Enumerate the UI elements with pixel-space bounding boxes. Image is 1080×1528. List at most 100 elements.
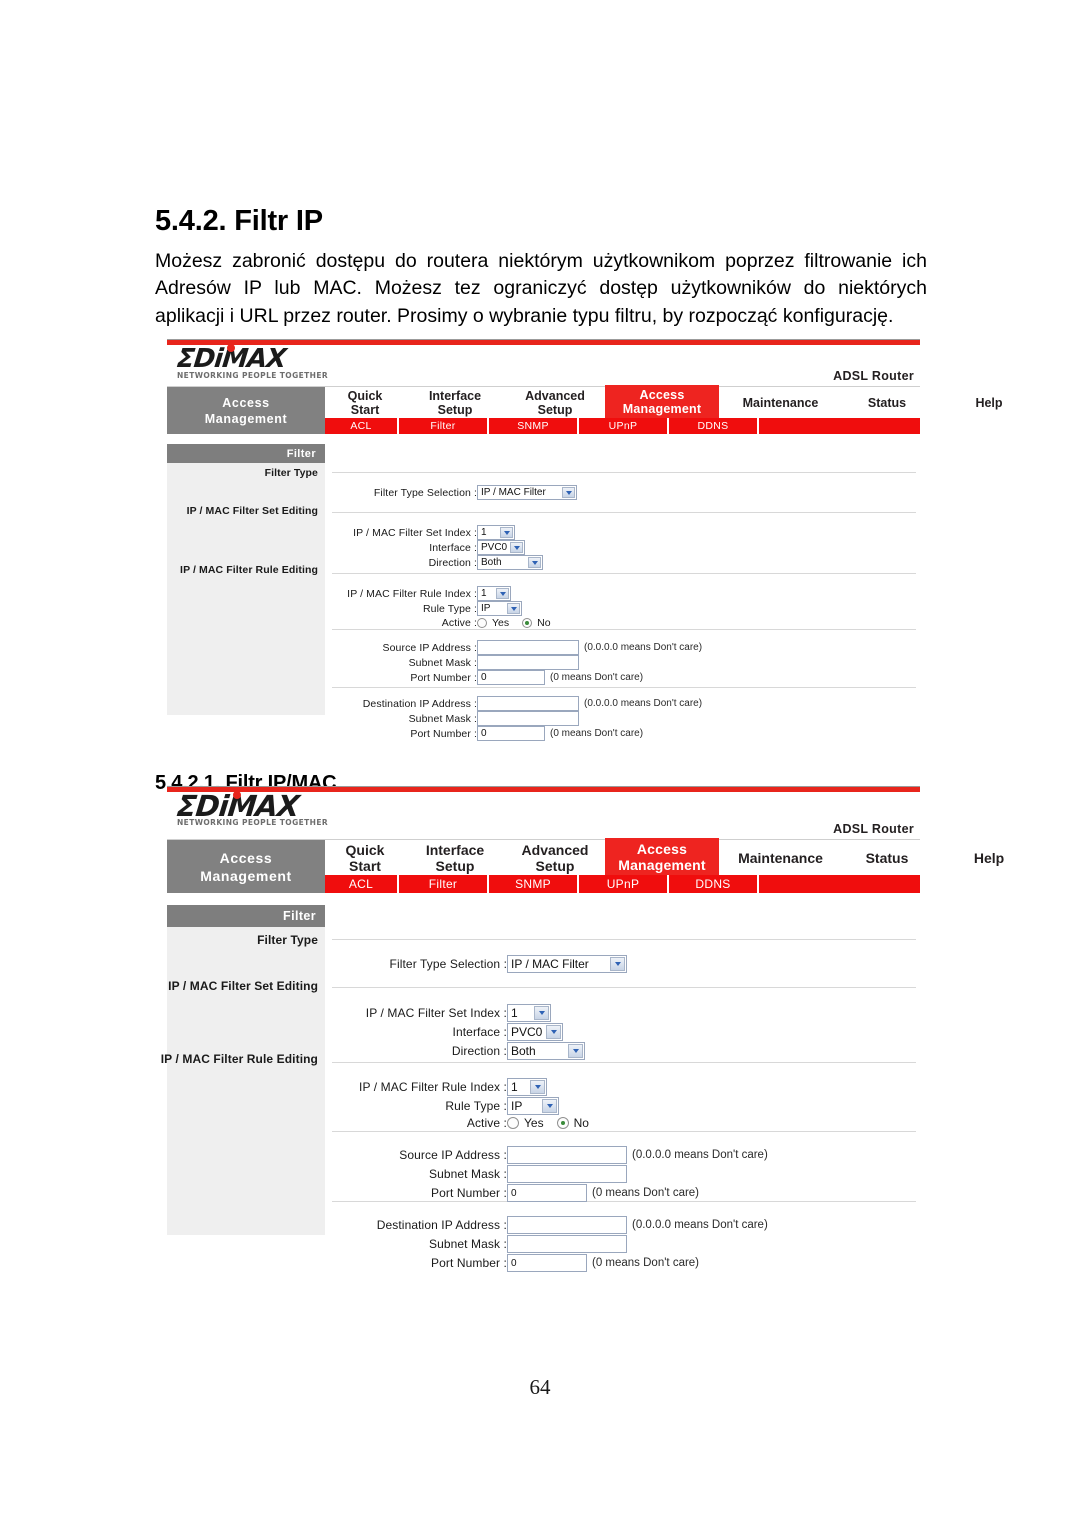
tab-quick-start[interactable]: Quick Start [325, 840, 405, 875]
device-label: ADSL Router [833, 369, 914, 383]
select-interface-value: PVC0 [511, 1025, 543, 1039]
row-dest-mask: Subnet Mask : [325, 1235, 627, 1253]
row-active: Active : Yes No [325, 617, 559, 629]
subtab-upnp[interactable]: UPnP [579, 875, 669, 893]
hint-source-port: (0 means Don't care) [550, 672, 644, 683]
tab-access-management[interactable]: Access Management [605, 385, 719, 419]
input-source-port[interactable]: 0 [507, 1184, 587, 1202]
label-rule-type: Rule Type : [422, 602, 477, 615]
label-interface: Interface : [452, 1025, 507, 1039]
select-interface[interactable]: PVC0 [507, 1023, 563, 1041]
radio-active-no[interactable] [556, 1117, 569, 1129]
subtab-snmp[interactable]: SNMP [489, 875, 579, 893]
input-source-mask[interactable] [507, 1165, 627, 1183]
device-label: ADSL Router [833, 822, 914, 836]
subtab-ddns[interactable]: DDNS [669, 418, 759, 434]
subtab-filter[interactable]: Filter [399, 418, 489, 434]
chevron-down-icon [534, 1006, 549, 1020]
hint-dest-ip: (0.0.0.0 means Don't care) [632, 1219, 768, 1231]
input-source-port[interactable]: 0 [477, 670, 545, 685]
form-divider [332, 512, 916, 513]
label-dest-ip: Destination IP Address : [376, 1218, 507, 1232]
page-number: 64 [529, 1375, 551, 1399]
chevron-down-icon [542, 1099, 557, 1113]
tab-interface-setup[interactable]: Interface Setup [405, 840, 505, 875]
chevron-down-icon [496, 588, 509, 599]
radio-active-no[interactable] [522, 618, 533, 628]
subtab-filter[interactable]: Filter [399, 875, 489, 893]
label-source-mask: Subnet Mask : [428, 1167, 507, 1181]
subtab-acl[interactable]: ACL [325, 875, 399, 893]
select-filter-rule-index[interactable]: 1 [477, 586, 511, 601]
subtab-ddns[interactable]: DDNS [669, 875, 759, 893]
subtab-filler [759, 875, 920, 893]
select-filter-type[interactable]: IP / MAC Filter [507, 955, 627, 973]
router-logo-row: ΣDiMAX NETWORKING PEOPLE TOGETHER ADSL R… [167, 789, 920, 840]
row-source-mask: Subnet Mask : [325, 655, 579, 670]
panel-title: Filter [167, 905, 325, 927]
tab-help[interactable]: Help [932, 387, 1046, 418]
side-section-set-editing: IP / MAC Filter Set Editing [186, 505, 318, 517]
input-dest-ip[interactable] [477, 696, 579, 711]
radio-active-yes[interactable] [477, 618, 487, 628]
select-filter-rule-index-value: 1 [511, 1080, 518, 1094]
side-section-filter-type: Filter Type [264, 467, 318, 479]
form-divider [332, 939, 916, 940]
select-rule-type[interactable]: IP [507, 1097, 559, 1115]
input-dest-mask[interactable] [507, 1235, 627, 1253]
input-dest-mask[interactable] [477, 711, 579, 726]
nav-gap [167, 893, 920, 905]
select-interface[interactable]: PVC0 [477, 540, 525, 555]
input-dest-port[interactable]: 0 [507, 1254, 587, 1272]
tab-interface-setup[interactable]: Interface Setup [405, 387, 505, 418]
input-dest-port[interactable]: 0 [477, 726, 545, 741]
tab-advanced-setup[interactable]: Advanced Setup [505, 840, 605, 875]
edimax-wordmark: ΣDiMAX [175, 344, 287, 374]
row-dest-port: Port Number : 0 (0 means Don't care) [325, 726, 643, 741]
select-filter-rule-index-value: 1 [481, 588, 487, 599]
select-filter-set-index[interactable]: 1 [507, 1004, 551, 1022]
row-dest-port: Port Number : 0 (0 means Don't care) [325, 1254, 699, 1272]
page-title-section-542: 5.4.2. Filtr IP [155, 205, 323, 238]
row-source-ip: Source IP Address : (0.0.0.0 means Don't… [325, 1146, 768, 1164]
subtab-upnp[interactable]: UPnP [579, 418, 669, 434]
row-interface: Interface : PVC0 [325, 540, 525, 555]
select-filter-type[interactable]: IP / MAC Filter [477, 485, 577, 500]
row-dest-ip: Destination IP Address : (0.0.0.0 means … [325, 696, 702, 711]
form-divider [332, 987, 916, 988]
subtab-acl[interactable]: ACL [325, 418, 399, 434]
input-source-ip[interactable] [507, 1146, 627, 1164]
input-source-mask[interactable] [477, 655, 579, 670]
select-rule-type[interactable]: IP [477, 601, 522, 616]
subtab-snmp[interactable]: SNMP [489, 418, 579, 434]
tab-status[interactable]: Status [842, 387, 932, 418]
side-section-rule-editing: IP / MAC Filter Rule Editing [160, 1052, 318, 1066]
select-direction[interactable]: Both [477, 555, 543, 570]
tab-status[interactable]: Status [842, 840, 932, 875]
input-source-ip[interactable] [477, 640, 579, 655]
router-screenshot-2: ΣDiMAX NETWORKING PEOPLE TOGETHER ADSL R… [161, 786, 1004, 1272]
input-dest-ip[interactable] [507, 1216, 627, 1234]
tab-maintenance[interactable]: Maintenance [719, 840, 842, 875]
tab-access-management[interactable]: Access Management [605, 838, 719, 876]
chevron-down-icon [528, 557, 541, 568]
select-direction[interactable]: Both [507, 1042, 585, 1060]
side-section-rule-editing: IP / MAC Filter Rule Editing [180, 564, 318, 576]
radio-active-yes[interactable] [507, 1117, 519, 1129]
chevron-down-icon [500, 527, 513, 538]
chevron-down-icon [507, 603, 520, 614]
select-filter-rule-index[interactable]: 1 [507, 1078, 547, 1096]
label-source-port: Port Number : [431, 1186, 507, 1200]
nav-section-line1: Access [222, 395, 270, 410]
label-rule-type: Rule Type : [445, 1099, 507, 1113]
tab-maintenance[interactable]: Maintenance [719, 387, 842, 418]
side-section-filter-type: Filter Type [257, 933, 318, 947]
panel-form-column: Filter Type Selection : IP / MAC Filter … [325, 444, 920, 741]
tab-help[interactable]: Help [932, 840, 1046, 875]
tab-quick-start[interactable]: Quick Start [325, 387, 405, 418]
hint-dest-port: (0 means Don't care) [550, 728, 644, 739]
select-rule-type-value: IP [511, 1099, 523, 1113]
nav-sub-tabs: ACL Filter SNMP UPnP DDNS [325, 418, 920, 434]
tab-advanced-setup[interactable]: Advanced Setup [505, 387, 605, 418]
select-filter-set-index[interactable]: 1 [477, 525, 515, 540]
